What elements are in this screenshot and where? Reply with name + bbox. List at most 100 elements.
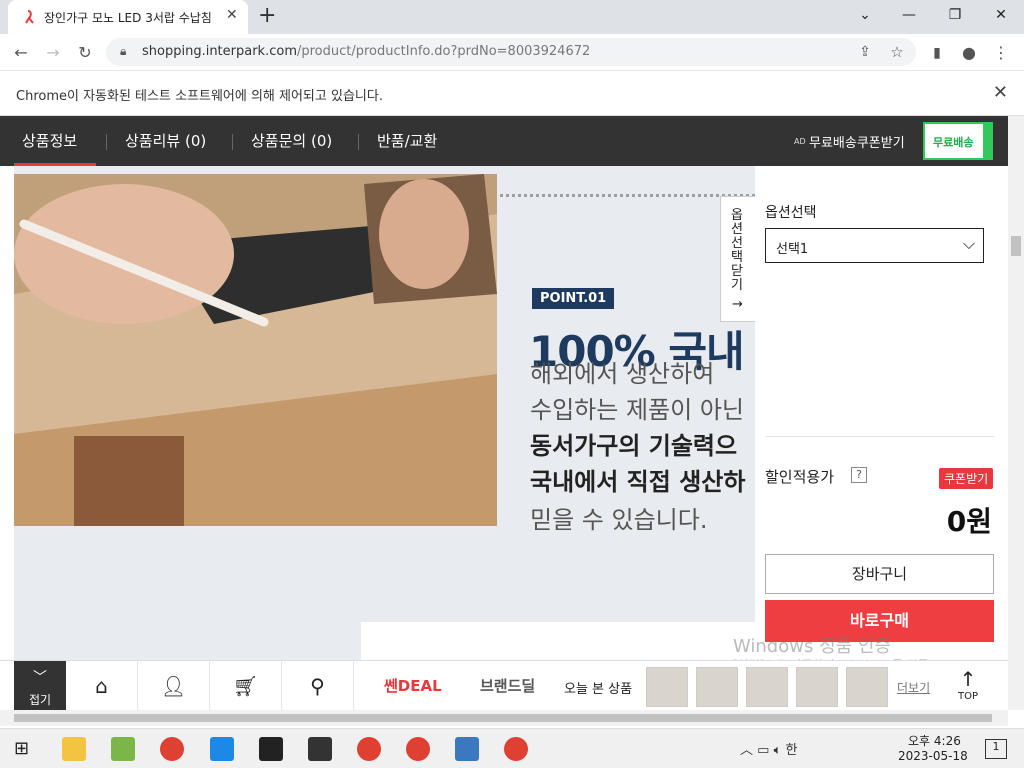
tab-close-icon[interactable]: ✕ — [226, 7, 238, 23]
fold-label: 접기 — [28, 693, 52, 707]
add-to-cart-button[interactable]: 장바구니 — [765, 554, 994, 594]
restore-icon[interactable]: ❐ — [932, 0, 978, 30]
tab-strip: 장인가구 모노 LED 3서랍 수납침 ✕ + ⌄ — ❐ ✕ — [0, 0, 1024, 34]
terminal-icon[interactable] — [308, 737, 332, 761]
chrome-icon[interactable] — [160, 737, 184, 761]
arrow-up-icon: ↑ — [959, 667, 977, 691]
option-select[interactable]: 선택1 ⌵ — [765, 228, 984, 263]
option-close-label: 옵션선택닫기 — [731, 208, 743, 293]
tab-product-review[interactable]: 상품리뷰 (0) — [125, 130, 206, 151]
panel-divider — [765, 436, 995, 437]
top-label: TOP — [957, 691, 978, 702]
url-text[interactable]: shopping.interpark.com/product/productIn… — [142, 44, 590, 59]
branddeal-link[interactable]: 브랜드딜 — [480, 675, 535, 696]
network-icon[interactable]: ▭ — [757, 743, 769, 758]
menu-kebab-icon[interactable]: ⋮ — [990, 42, 1012, 64]
bookmark-star-icon[interactable]: ☆ — [886, 41, 908, 63]
windows-taskbar: ⊞ ︿ ▭ 🔈︎ 한 오후 4:26 2023-05-18 1 — [0, 728, 1024, 768]
sticky-app-icon[interactable] — [259, 737, 283, 761]
horizontal-scrollbar[interactable] — [0, 710, 1008, 726]
scroll-top-button[interactable]: ↑ TOP — [948, 667, 988, 707]
windows-activation-watermark: Windows 정품 인증 — [733, 636, 892, 657]
search-icon[interactable]: ⚲ — [282, 661, 354, 711]
option-selected-value: 선택1 — [776, 242, 809, 257]
clock-time[interactable]: 오후 4:26 — [908, 732, 961, 749]
web-page: 상품정보 상품리뷰 (0) 상품문의 (0) 반품/교환 AD 무료배송쿠폰받기… — [0, 116, 1008, 710]
badge-stripe — [983, 124, 991, 158]
close-window-icon[interactable]: ✕ — [978, 0, 1024, 30]
ime-icon[interactable]: 한 — [786, 743, 798, 758]
chrome-icon[interactable] — [406, 737, 430, 761]
nav-separator — [106, 134, 107, 150]
infobar-close-icon[interactable]: ✕ — [993, 82, 1008, 103]
infobar-message: Chrome이 자동화된 테스트 소프트웨어에 의해 제어되고 있습니다. — [16, 89, 383, 104]
tab-product-info[interactable]: 상품정보 — [22, 130, 77, 151]
my-page-user-icon[interactable]: 👤︎ — [138, 661, 210, 711]
reload-icon[interactable]: ↻ — [74, 42, 96, 64]
body-line-5: 믿을 수 있습니다. — [530, 506, 708, 534]
more-link[interactable]: 더보기 — [897, 679, 930, 696]
nav-separator — [232, 134, 233, 150]
vertical-scrollbar-thumb[interactable] — [1011, 236, 1021, 256]
purchase-side-panel: 옵션선택 선택1 ⌵ 할인적용가 ? 쿠폰받기 0원 장바구니 바로구매 — [755, 166, 1008, 710]
recent-product-thumbnail[interactable] — [696, 667, 738, 707]
browser-tab[interactable]: 장인가구 모노 LED 3서랍 수납침 ✕ — [8, 0, 248, 34]
free-shipping-badge-label: 무료배송 — [933, 136, 974, 149]
vscode-icon[interactable] — [210, 737, 234, 761]
cart-icon[interactable]: 🛒︎ — [210, 661, 282, 711]
clock-date[interactable]: 2023-05-18 — [898, 749, 968, 763]
system-tray: ︿ ▭ 🔈︎ 한 — [740, 739, 798, 758]
help-icon[interactable]: ? — [851, 467, 867, 483]
free-shipping-badge[interactable]: 무료배송 — [923, 122, 993, 160]
bottom-quick-bar: ﹀ 접기 ⌂ 👤︎ 🛒︎ ⚲ 쎈DEAL 브랜드딜 오늘 본 상품 더보기 ↑ … — [0, 660, 1008, 711]
notification-icon[interactable]: 1 — [985, 739, 1007, 759]
side-panel-icon[interactable]: ▮ — [926, 42, 948, 64]
product-tab-nav: 상품정보 상품리뷰 (0) 상품문의 (0) 반품/교환 AD 무료배송쿠폰받기… — [0, 116, 1008, 166]
fold-button[interactable]: ﹀ 접기 — [14, 661, 66, 711]
home-icon[interactable]: ⌂ — [66, 661, 138, 711]
volume-icon[interactable]: 🔈︎ — [774, 743, 782, 758]
profile-avatar-icon[interactable]: ● — [958, 42, 980, 64]
arrow-right-icon: → — [732, 297, 743, 312]
ssendeal-link[interactable]: 쎈DEAL — [384, 675, 442, 696]
body-line-1: 해외에서 생산하여 — [530, 360, 715, 388]
recent-product-thumbnail[interactable] — [746, 667, 788, 707]
horizontal-scrollbar-thumb[interactable] — [14, 714, 992, 722]
back-icon[interactable]: ← — [10, 42, 32, 64]
python-icon[interactable] — [455, 737, 479, 761]
woodwork-hands-image — [14, 174, 497, 526]
body-line-2: 수입하는 제품이 아닌 — [530, 396, 744, 424]
share-icon[interactable]: ⇪ — [854, 41, 876, 63]
lock-icon[interactable]: 🔒︎ — [120, 44, 126, 59]
file-explorer-icon[interactable] — [62, 737, 86, 761]
browser-toolbar: ← → ↻ 🔒︎ shopping.interpark.com/product/… — [0, 34, 1024, 71]
tab-search-icon[interactable]: ⌄ — [842, 0, 888, 30]
chevron-down-icon: ⌵ — [962, 234, 975, 253]
windows-start-icon[interactable]: ⊞ — [14, 737, 38, 761]
price-value: 0원 — [946, 505, 992, 538]
chrome-icon[interactable] — [357, 737, 381, 761]
chevron-down-icon: ﹀ — [33, 670, 47, 686]
nav-separator — [358, 134, 359, 150]
recent-product-thumbnail[interactable] — [846, 667, 888, 707]
minimize-icon[interactable]: — — [886, 0, 932, 30]
ad-label: AD — [794, 137, 806, 146]
new-tab-icon[interactable]: + — [258, 4, 276, 28]
point-badge: POINT.01 — [532, 288, 615, 309]
forward-icon[interactable]: → — [42, 42, 64, 64]
get-coupon-button[interactable]: 쿠폰받기 — [939, 468, 994, 489]
free-shipping-coupon-link[interactable]: 무료배송쿠폰받기 — [809, 132, 905, 151]
tab-return-exchange[interactable]: 반품/교환 — [377, 130, 437, 151]
discount-price-label: 할인적용가 — [765, 468, 835, 486]
interpark-favicon-icon — [25, 10, 34, 24]
tab-product-qna[interactable]: 상품문의 (0) — [251, 130, 332, 151]
address-bar[interactable]: 🔒︎ shopping.interpark.com/product/produc… — [106, 38, 916, 66]
chrome-icon[interactable] — [504, 737, 528, 761]
vertical-scrollbar[interactable] — [1008, 116, 1024, 710]
option-close-toggle[interactable]: 옵션선택닫기 → — [720, 196, 756, 322]
recent-product-thumbnail[interactable] — [796, 667, 838, 707]
recent-product-thumbnail[interactable] — [646, 667, 688, 707]
product-detail-content: POINT.01 100% 국내 해외에서 생산하여 수입하는 제품이 아닌 동… — [14, 166, 755, 710]
tray-chevron-up-icon[interactable]: ︿ — [740, 743, 753, 758]
paint-app-icon[interactable] — [111, 737, 135, 761]
